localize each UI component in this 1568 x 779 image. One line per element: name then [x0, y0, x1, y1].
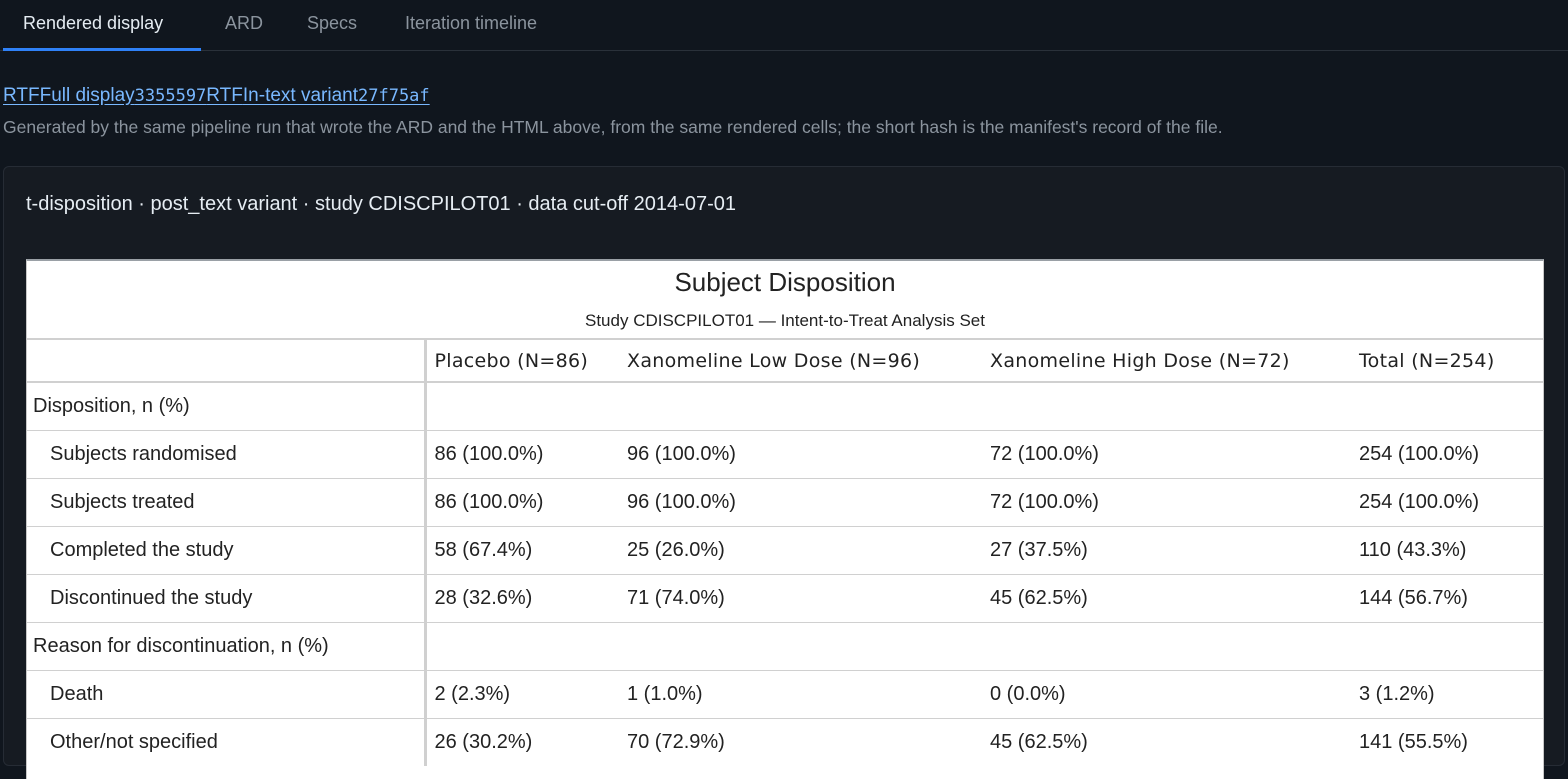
cell-total: 254 (100.0%) [1359, 429, 1543, 478]
cell-high-dose: 72 (100.0%) [990, 477, 1359, 526]
cell-low-dose: 71 (74.0%) [627, 573, 990, 622]
cell-total: 141 (55.5%) [1359, 717, 1543, 766]
table-row: Disposition, n (%) [27, 381, 1543, 430]
rtf-download-links: RTFFull display3355597RTFIn-text variant… [3, 82, 430, 110]
cell-high-dose: 45 (62.5%) [990, 717, 1359, 766]
cell-low-dose: 25 (26.0%) [627, 525, 990, 574]
cell-low-dose: 96 (100.0%) [627, 477, 990, 526]
cell-placebo: 86 (100.0%) [425, 477, 627, 526]
cell-high-dose: 72 (100.0%) [990, 429, 1359, 478]
column-header-low-dose: Xanomeline Low Dose (N=96) [627, 338, 990, 383]
table-row: Death 2 (2.3%) 1 (1.0%) 0 (0.0%) 3 (1.2%… [27, 669, 1543, 718]
table-row: Subjects randomised 86 (100.0%) 96 (100.… [27, 429, 1543, 478]
group-label: Reason for discontinuation, n (%) [27, 621, 427, 670]
cell-low-dose: 96 (100.0%) [627, 429, 990, 478]
table-row: Completed the study 58 (67.4%) 25 (26.0%… [27, 525, 1543, 574]
rtf-variant-label: In-text variant [242, 85, 358, 106]
tab-specs[interactable]: Specs [307, 0, 357, 51]
row-label: Other/not specified [27, 717, 427, 766]
table-row: Subjects treated 86 (100.0%) 96 (100.0%)… [27, 477, 1543, 526]
table-title: Subject Disposition [674, 267, 896, 297]
table-row: Other/not specified 26 (30.2%) 70 (72.9%… [27, 717, 1543, 766]
disposition-table: Placebo (N=86) Xanomeline Low Dose (N=96… [27, 338, 1543, 766]
rtf-full-format: RTF [3, 85, 40, 106]
row-label: Discontinued the study [27, 573, 427, 622]
cell-total: 3 (1.2%) [1359, 669, 1543, 718]
cell-low-dose: 70 (72.9%) [627, 717, 990, 766]
cell-low-dose: 1 (1.0%) [627, 669, 990, 718]
rtf-caption: Generated by the same pipeline run that … [3, 117, 1223, 137]
rendered-document: Subject Disposition Study CDISCPILOT01 —… [26, 259, 1544, 779]
cell-total: 254 (100.0%) [1359, 477, 1543, 526]
rtf-full-label: Full display [39, 85, 135, 106]
table-header-row: Placebo (N=86) Xanomeline Low Dose (N=96… [27, 338, 1543, 383]
display-panel: t-disposition · post_text variant · stud… [3, 166, 1565, 779]
table-row: Discontinued the study 28 (32.6%) 71 (74… [27, 573, 1543, 622]
tab-ard[interactable]: ARD [225, 0, 263, 51]
row-label: Death [27, 669, 427, 718]
cell-placebo: 26 (30.2%) [425, 717, 627, 766]
cell-total: 144 (56.7%) [1359, 573, 1543, 622]
cell-high-dose: 27 (37.5%) [990, 525, 1359, 574]
rtf-full-hash: 3355597 [134, 86, 207, 106]
group-label: Disposition, n (%) [27, 381, 427, 430]
row-label: Subjects randomised [27, 429, 427, 478]
table-row: Reason for discontinuation, n (%) [27, 621, 1543, 670]
column-header-high-dose: Xanomeline High Dose (N=72) [990, 338, 1359, 383]
row-label: Subjects treated [27, 477, 427, 526]
tab-rendered-display[interactable]: Rendered display [3, 0, 201, 51]
column-header-label [27, 338, 427, 383]
cell-placebo: 58 (67.4%) [425, 525, 627, 574]
cell-placebo: 86 (100.0%) [425, 429, 627, 478]
table-subtitle: Study CDISCPILOT01 — Intent-to-Treat Ana… [585, 311, 985, 330]
panel-heading: t-disposition · post_text variant · stud… [26, 193, 736, 215]
cell-placebo: 28 (32.6%) [425, 573, 627, 622]
row-label: Completed the study [27, 525, 427, 574]
column-header-total: Total (N=254) [1359, 338, 1543, 383]
tab-iteration-timeline[interactable]: Iteration timeline [405, 0, 537, 51]
column-header-placebo: Placebo (N=86) [425, 338, 627, 383]
cell-high-dose: 0 (0.0%) [990, 669, 1359, 718]
tab-bar: Rendered display ARD Specs Iteration tim… [0, 0, 1568, 51]
cell-total: 110 (43.3%) [1359, 525, 1543, 574]
cell-high-dose: 45 (62.5%) [990, 573, 1359, 622]
cell-placebo: 2 (2.3%) [425, 669, 627, 718]
rtf-variant-format: RTF [206, 85, 243, 106]
rtf-variant-hash: 27f75af [358, 86, 430, 106]
rtf-in-text-variant-link[interactable]: RTFIn-text variant27f75af [206, 85, 429, 106]
rtf-full-display-link[interactable]: RTFFull display3355597 [3, 85, 206, 106]
